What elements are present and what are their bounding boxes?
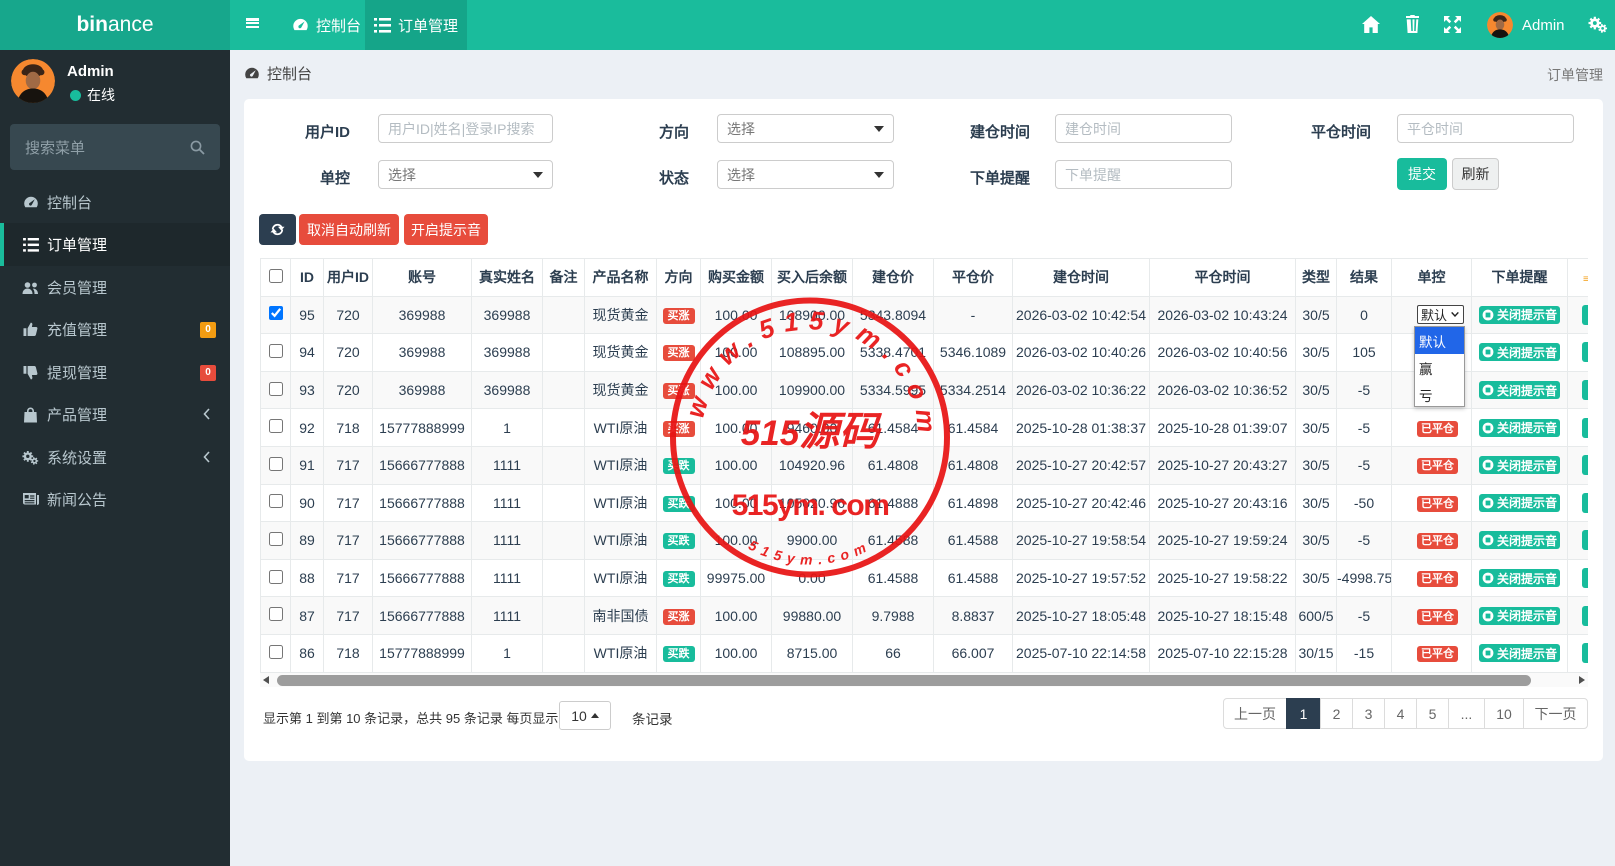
svg-text:515源码: 515源码 bbox=[741, 410, 882, 454]
svg-text:515ym. com: 515ym. com bbox=[732, 489, 889, 522]
svg-text:515ym.com: 515ym.com bbox=[746, 537, 874, 568]
